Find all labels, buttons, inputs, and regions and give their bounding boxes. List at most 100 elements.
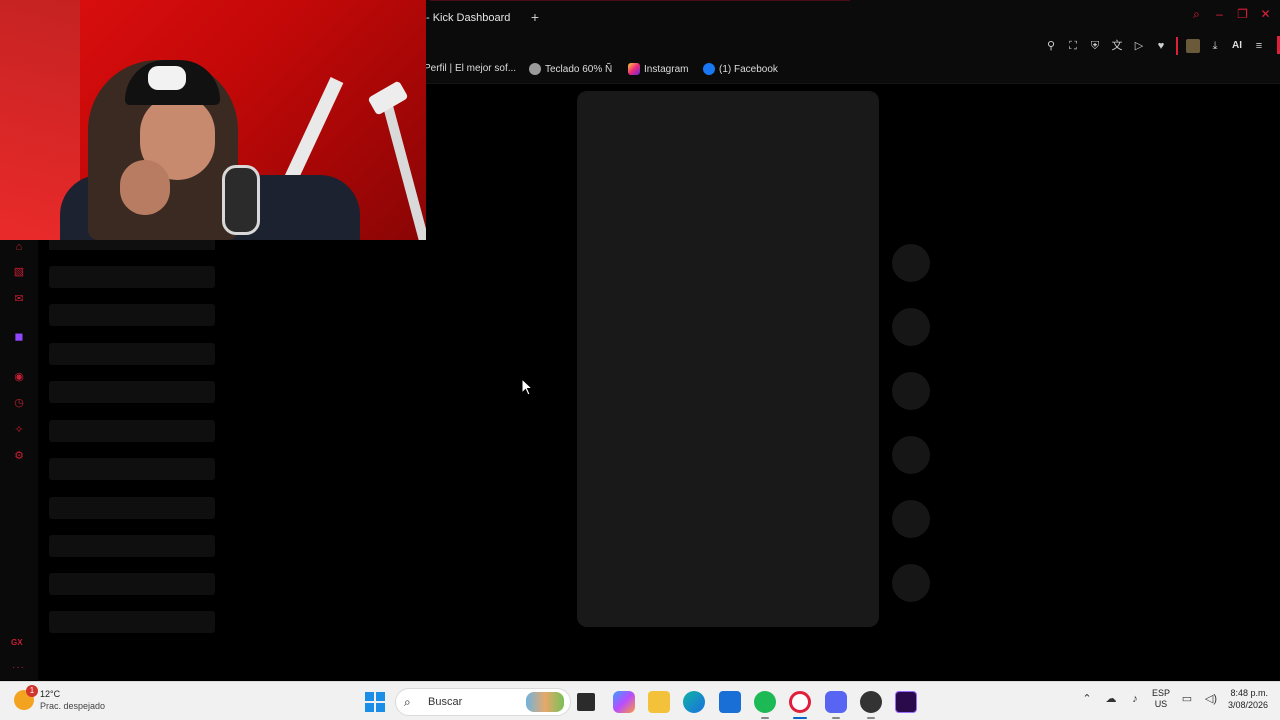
facebook-icon [703, 63, 715, 75]
history-icon[interactable]: ◷ [12, 396, 26, 410]
running-indicator [832, 717, 840, 719]
search-placeholder: Buscar [428, 696, 463, 708]
globe-icon [529, 63, 541, 75]
gx-icon[interactable]: GX [11, 638, 23, 647]
skeleton-row [49, 266, 215, 288]
search-icon: ⌕ [404, 695, 411, 709]
microphone [222, 165, 260, 235]
translate-icon[interactable]: 文 [1110, 39, 1124, 53]
search-highlight-image [526, 692, 564, 712]
system-tray: ⌃ ☁ ♪ ESP US ▭ ◁) 8:48 p.m. 3/08/2026 [1080, 687, 1268, 711]
action-placeholder [892, 500, 930, 538]
copilot-icon[interactable] [613, 691, 635, 713]
opera-gx-icon[interactable] [789, 691, 811, 713]
cloud-off-icon[interactable]: ☁ [1104, 692, 1118, 706]
windows-logo-tile [376, 692, 385, 701]
browser-sidebar: ⌂ ▧ ✉ ◼ ◉ ◷ ✧ ⚙ GX ··· [0, 240, 38, 680]
pin-icon[interactable]: ⚲ [1044, 39, 1058, 53]
instagram-icon [628, 63, 640, 75]
robot-icon[interactable]: ⌂ [12, 240, 26, 254]
weather-desc: Prac. despejado [40, 701, 106, 711]
mail-icon[interactable]: ✉ [12, 292, 26, 306]
settings-icon[interactable]: ⚙ [12, 449, 26, 463]
weather-text: 12°C Prac. despejado [40, 688, 105, 712]
bookmark-label: Teclado 60% Ñ [545, 63, 613, 75]
clock-date: 3/08/2026 [1227, 700, 1268, 710]
pinboard-icon[interactable]: ▧ [12, 265, 26, 279]
bookmark-label: Instagram [644, 63, 689, 75]
streamer-hand [120, 160, 170, 215]
webcam-overlay [0, 0, 426, 240]
skeleton-row [49, 381, 215, 403]
ai-button[interactable]: AI [1230, 39, 1244, 53]
skeleton-row [49, 458, 215, 480]
bookmark-facebook[interactable]: (1) Facebook [703, 63, 778, 75]
taskbar: 1 12°C Prac. despejado ⌕ Buscar ⌃ ☁ ♪ ES… [0, 681, 1280, 720]
weather-icon: 1 [14, 685, 38, 710]
more-icon[interactable]: ··· [12, 662, 25, 673]
cap-logo [148, 66, 186, 90]
bookmark-perfil[interactable]: Perfil | El mejor sof... [424, 63, 516, 74]
bookmark-teclado[interactable]: Teclado 60% Ñ [529, 63, 612, 75]
extensions-icon[interactable]: ✧ [12, 423, 26, 437]
clock-time: 8:48 p.m. [1230, 688, 1268, 698]
screen: - Kick Dashboard + ⌕ – ❐ ✕ ⚲ ⛶ ⛨ 文 ▷ ♥ ⤓… [0, 0, 1280, 720]
bookmark-label: (1) Facebook [719, 63, 778, 75]
skeleton-row [49, 573, 215, 595]
mouse-cursor-icon [521, 378, 533, 396]
edge-icon[interactable] [683, 691, 705, 713]
windows-logo-tile [365, 703, 374, 712]
search-icon[interactable]: ⌕ [1190, 8, 1203, 21]
running-indicator [761, 717, 769, 719]
clock[interactable]: 8:48 p.m. 3/08/2026 [1228, 687, 1268, 711]
active-indicator [793, 717, 807, 719]
skeleton-row [49, 611, 215, 633]
twitch-icon[interactable]: ◼ [12, 330, 26, 344]
discord-icon[interactable] [825, 691, 847, 713]
store-icon[interactable] [719, 691, 741, 713]
chevron-up-icon[interactable]: ⌃ [1080, 692, 1094, 706]
heart-icon[interactable]: ♥ [1154, 39, 1168, 53]
weather-widget[interactable]: 1 12°C Prac. despejado [14, 685, 105, 712]
extension-icon[interactable] [1186, 39, 1200, 53]
tab-kick-dashboard[interactable]: - Kick Dashboard [426, 8, 510, 28]
volume-icon[interactable]: ◁) [1204, 692, 1218, 706]
keyboard-layout: US [1154, 699, 1168, 709]
video-placeholder-panel [577, 91, 879, 627]
player-icon[interactable]: ◉ [12, 370, 26, 384]
file-explorer-icon[interactable] [648, 691, 670, 713]
task-view-icon[interactable] [577, 693, 595, 711]
running-indicator [867, 717, 875, 719]
menu-icon[interactable]: ≡ [1252, 39, 1266, 53]
premiere-icon[interactable] [895, 691, 917, 713]
action-placeholder [892, 308, 930, 346]
network-icon[interactable]: ▭ [1180, 692, 1194, 706]
new-tab-button[interactable]: + [528, 9, 542, 25]
play-icon[interactable]: ▷ [1132, 39, 1146, 53]
skeleton-row [49, 535, 215, 557]
mic-arm [380, 93, 426, 240]
action-placeholder [892, 564, 930, 602]
language-indicator[interactable]: ESP US [1152, 688, 1170, 710]
close-button[interactable]: ✕ [1259, 8, 1272, 21]
start-button[interactable] [365, 692, 385, 712]
action-placeholder [892, 436, 930, 474]
action-placeholder [892, 244, 930, 282]
skeleton-row [49, 497, 215, 519]
bookmark-instagram[interactable]: Instagram [628, 63, 688, 75]
tab-accent-line [430, 0, 850, 1]
download-icon[interactable]: ⤓ [1208, 39, 1222, 53]
spotify-icon[interactable] [754, 691, 776, 713]
snapshot-icon[interactable]: ⛶ [1066, 39, 1080, 53]
shield-icon[interactable]: ⛨ [1088, 39, 1102, 53]
skeleton-row [49, 420, 215, 442]
weather-temp: 12°C [40, 689, 61, 699]
maximize-button[interactable]: ❐ [1236, 8, 1249, 21]
taskbar-search[interactable]: ⌕ Buscar [395, 688, 571, 716]
toolbar-icons: ⚲ ⛶ ⛨ 文 ▷ ♥ ⤓ AI ≡ [1044, 37, 1266, 55]
obs-icon[interactable] [860, 691, 882, 713]
microphone-icon[interactable]: ♪ [1128, 692, 1142, 706]
minimize-button[interactable]: – [1213, 8, 1226, 21]
toolbar-divider [1176, 37, 1178, 55]
tab-title: - Kick Dashboard [426, 12, 511, 24]
